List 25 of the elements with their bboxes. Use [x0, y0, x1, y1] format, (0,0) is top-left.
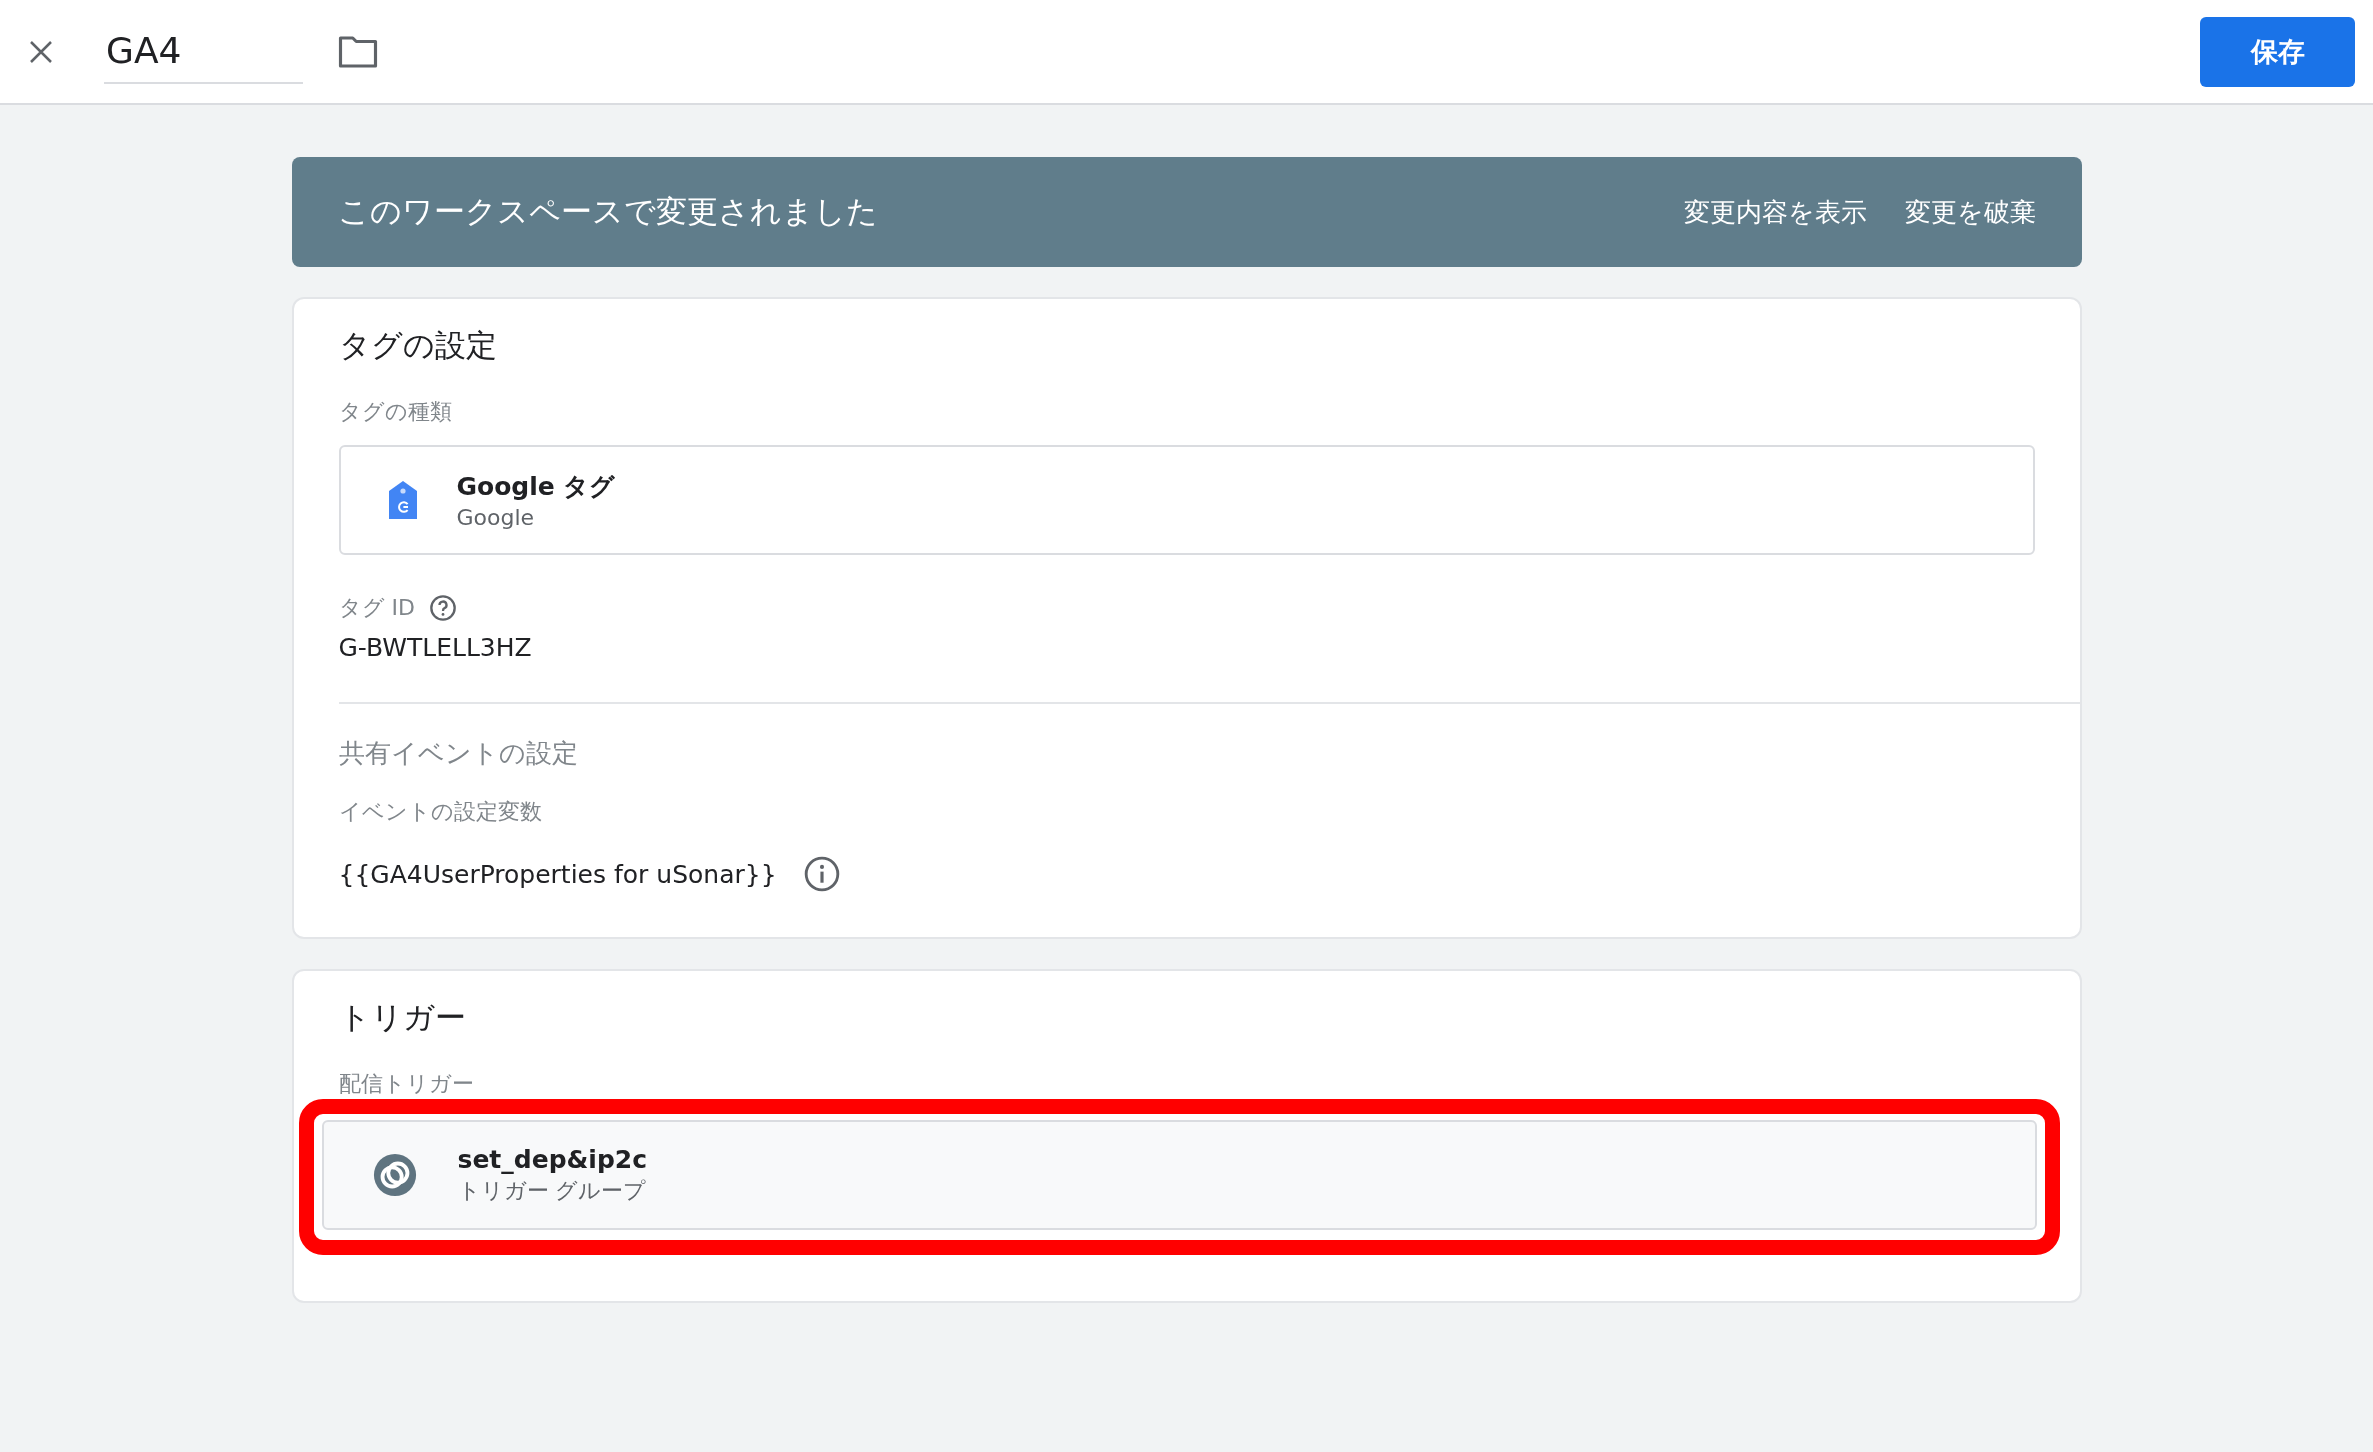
- field-label: イベントの設定変数: [338, 798, 542, 826]
- help-icon[interactable]: [428, 594, 457, 622]
- variable-value: {{GA4UserProperties for uSonar}}: [338, 859, 777, 889]
- folder-icon: [337, 33, 379, 70]
- banner-message: このワークスペースで変更されました: [337, 192, 879, 231]
- trigger-type: トリガー グループ: [457, 1176, 647, 1205]
- card-heading: タグの設定: [338, 326, 498, 365]
- field-label: タグの種類: [338, 398, 452, 426]
- banner-link[interactable]: 変更を破棄: [1904, 194, 2036, 230]
- card-heading: トリガー: [338, 998, 467, 1037]
- tag-id-value: G-BWTLELL3HZ: [338, 633, 532, 662]
- field-label: 配信トリガー: [338, 1070, 474, 1098]
- banner-link[interactable]: 変更内容を表示: [1683, 194, 1867, 230]
- section-heading: 共有イベントの設定: [338, 737, 579, 770]
- tag-vendor: Google: [456, 505, 536, 530]
- tag-type-row[interactable]: Google タグ Google: [338, 445, 2035, 555]
- title-field[interactable]: GA4: [104, 19, 303, 84]
- field-label: タグ ID: [338, 594, 415, 622]
- tag-icon: [388, 481, 417, 519]
- trigger-name: set_dep&ip2c: [457, 1144, 647, 1174]
- trigger-row[interactable]: set_dep&ip2c トリガー グループ: [321, 1120, 2037, 1230]
- trigger-group-icon: [371, 1152, 418, 1198]
- tag-type-name: Google タグ: [456, 471, 616, 503]
- info-icon[interactable]: [802, 855, 841, 893]
- save-button[interactable]: 保存: [2200, 16, 2355, 87]
